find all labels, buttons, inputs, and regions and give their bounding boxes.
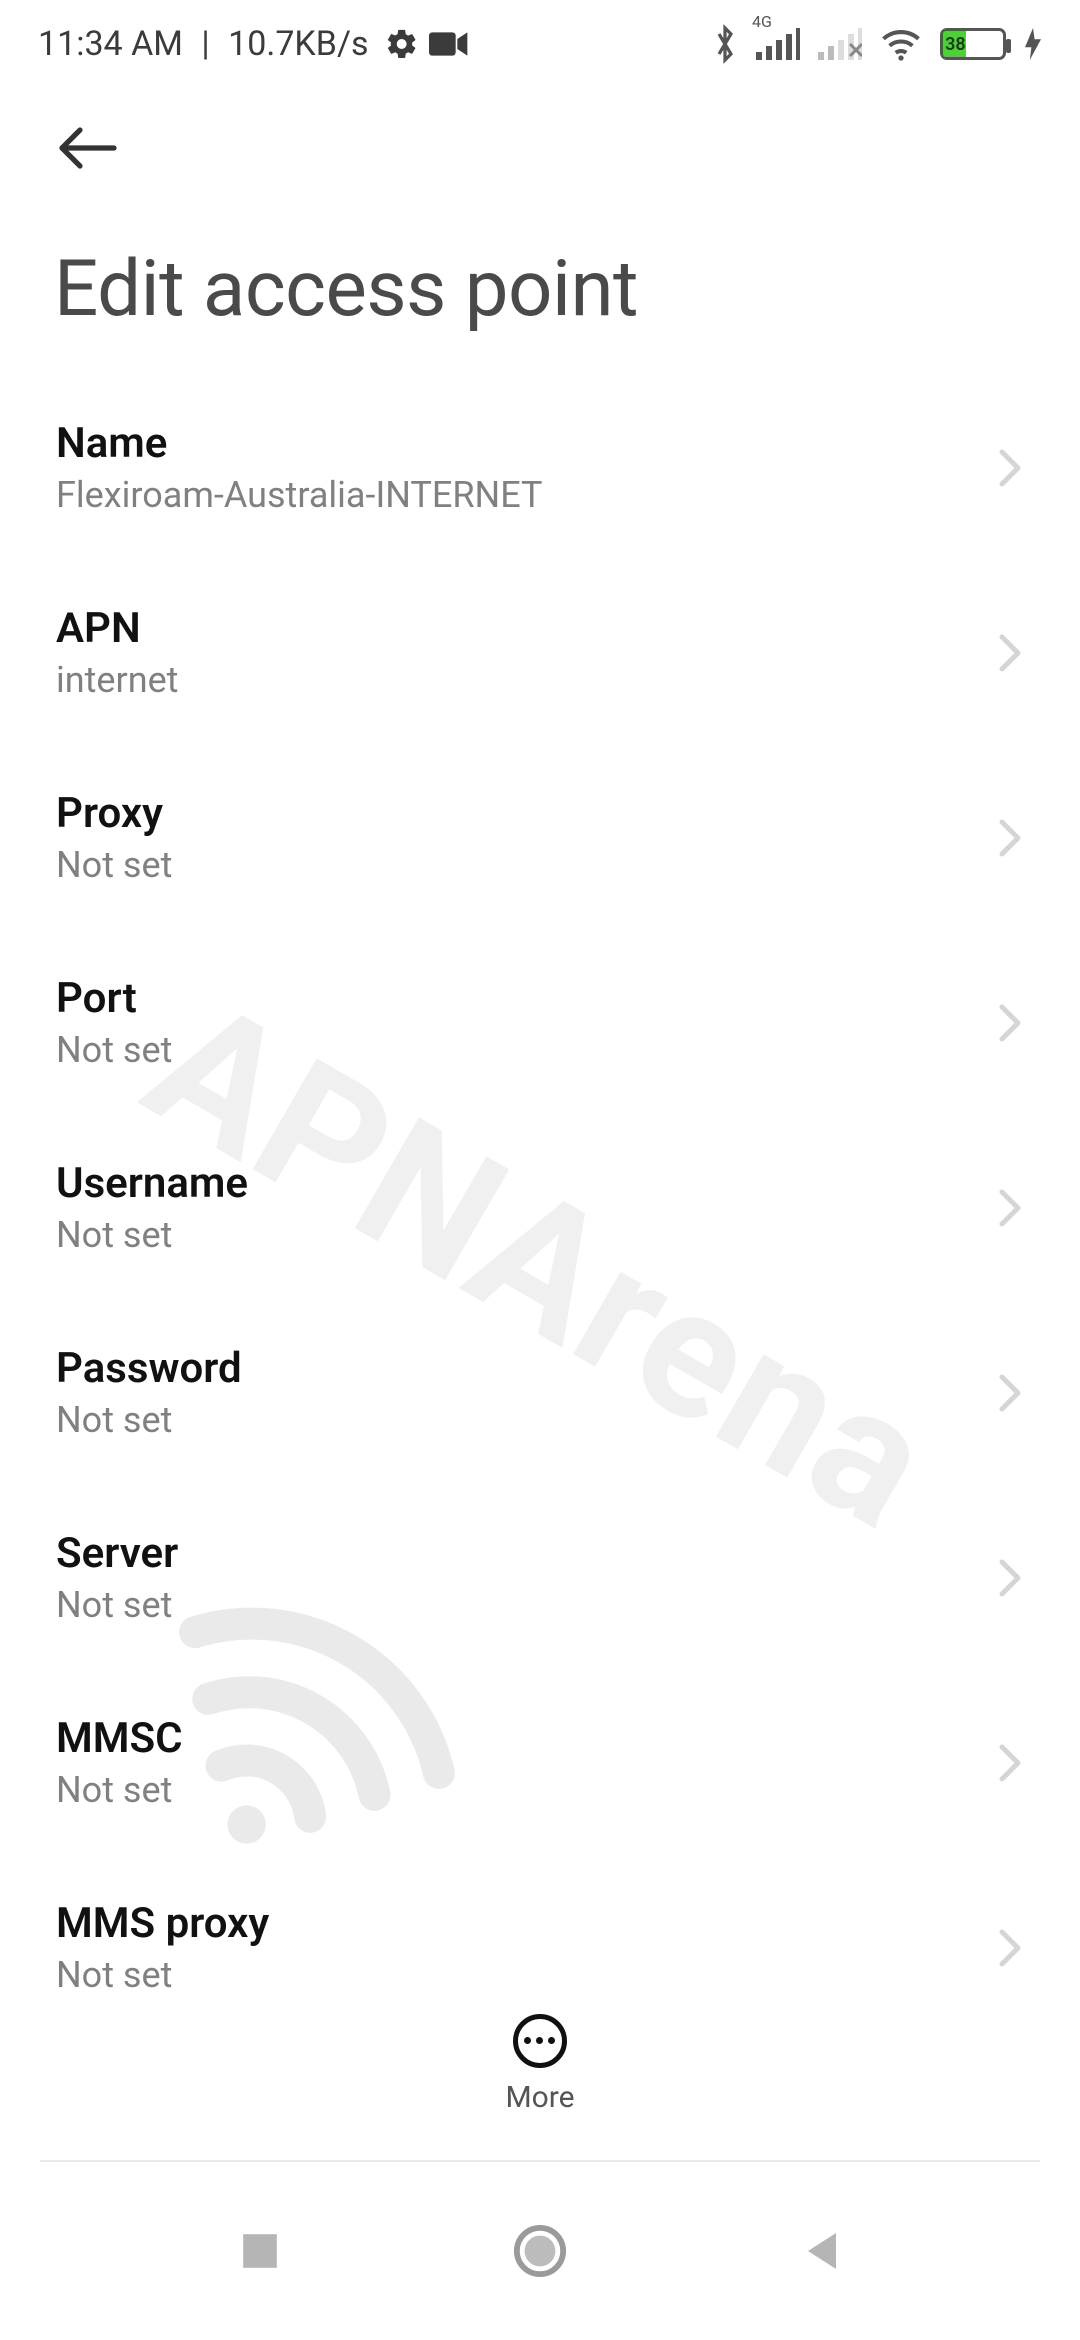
row-mms-proxy[interactable]: MMS proxy Not set [0, 1855, 1080, 2006]
more-icon [513, 2014, 567, 2068]
row-value: internet [56, 659, 996, 701]
row-label: Proxy [56, 789, 996, 838]
battery-level: 38 [943, 31, 966, 57]
row-value: Not set [56, 1029, 996, 1071]
settings-list: Name Flexiroam-Australia-INTERNET APN in… [0, 365, 1080, 2006]
chevron-right-icon [996, 1926, 1024, 1970]
row-value: Not set [56, 1954, 996, 1996]
charging-icon [1024, 28, 1042, 60]
chevron-right-icon [996, 1556, 1024, 1600]
status-netspeed: 10.7KB/s [228, 24, 368, 64]
chevron-right-icon [996, 1186, 1024, 1230]
chevron-right-icon [996, 816, 1024, 860]
row-username[interactable]: Username Not set [0, 1115, 1080, 1300]
battery-icon: 38 [940, 28, 1006, 60]
status-separator: | [193, 24, 218, 64]
row-value: Not set [56, 1214, 996, 1256]
status-bar: 11:34 AM | 10.7KB/s 4G [0, 0, 1080, 88]
chevron-right-icon [996, 1741, 1024, 1785]
camera-icon [429, 30, 469, 58]
row-label: Password [56, 1344, 996, 1393]
bluetooth-icon [712, 24, 738, 64]
nav-home-button[interactable] [510, 2221, 570, 2281]
row-label: Server [56, 1529, 996, 1578]
row-server[interactable]: Server Not set [0, 1485, 1080, 1670]
row-password[interactable]: Password Not set [0, 1300, 1080, 1485]
row-proxy[interactable]: Proxy Not set [0, 745, 1080, 930]
wifi-icon [880, 27, 922, 61]
row-value: Not set [56, 1769, 996, 1811]
more-label: More [505, 2080, 574, 2115]
chevron-right-icon [996, 446, 1024, 490]
row-apn[interactable]: APN internet [0, 560, 1080, 745]
row-name[interactable]: Name Flexiroam-Australia-INTERNET [0, 375, 1080, 560]
row-value: Flexiroam-Australia-INTERNET [56, 474, 996, 516]
back-button[interactable] [54, 112, 126, 184]
chevron-right-icon [996, 1001, 1024, 1045]
chevron-right-icon [996, 1371, 1024, 1415]
network-gen-label: 4G [752, 12, 772, 31]
status-time: 11:34 AM [38, 24, 183, 64]
row-value: Not set [56, 1584, 996, 1626]
gear-icon [385, 27, 419, 61]
row-port[interactable]: Port Not set [0, 930, 1080, 1115]
nav-back-button[interactable] [790, 2221, 850, 2281]
page-title: Edit access point [0, 184, 1080, 365]
nav-recents-button[interactable] [230, 2221, 290, 2281]
system-nav-bar [0, 2162, 1080, 2340]
signal-sim2-icon [818, 28, 862, 60]
row-label: Name [56, 419, 996, 468]
more-button[interactable]: More [505, 2014, 574, 2115]
row-label: Port [56, 974, 996, 1023]
row-label: Username [56, 1159, 996, 1208]
row-label: APN [56, 604, 996, 653]
row-label: MMSC [56, 1714, 996, 1763]
chevron-right-icon [996, 631, 1024, 675]
signal-sim1-icon: 4G [756, 28, 800, 60]
row-value: Not set [56, 1399, 996, 1441]
row-mmsc[interactable]: MMSC Not set [0, 1670, 1080, 1855]
row-value: Not set [56, 844, 996, 886]
row-label: MMS proxy [56, 1899, 996, 1948]
